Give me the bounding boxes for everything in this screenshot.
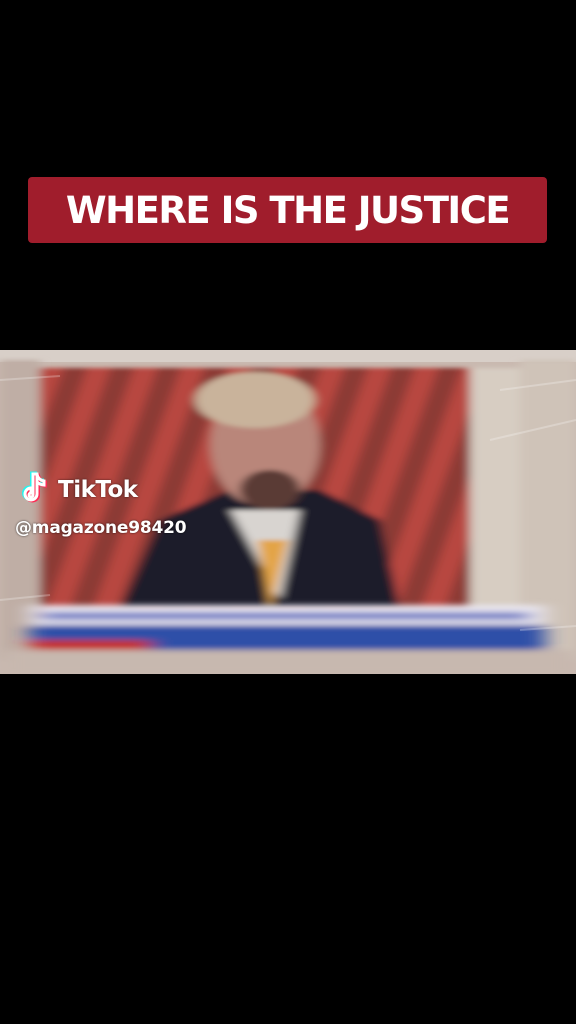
caption-text: WHERE IS THE JUSTICE: [65, 188, 511, 232]
tiktok-brand-row: TikTok: [18, 470, 218, 510]
tiktok-watermark: TikTok @magazone98420: [15, 470, 218, 545]
tiktok-logo-icon: [22, 471, 47, 503]
tiktok-brand-text: TikTok: [58, 477, 138, 503]
video-player-screen[interactable]: WHERE IS THE JUSTICE TikTok @magazone984…: [0, 0, 576, 1024]
creator-handle: @magazone98420: [15, 518, 187, 538]
caption-banner: WHERE IS THE JUSTICE: [28, 177, 547, 243]
